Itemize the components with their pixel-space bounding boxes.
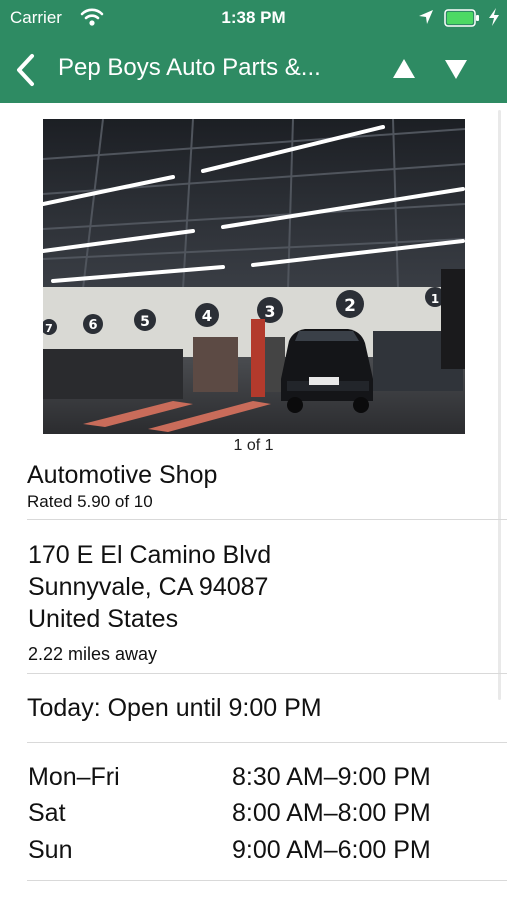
hours-day-label: Sun <box>28 836 73 864</box>
bay-number-1: 1 <box>431 292 439 306</box>
today-hours: Today: Open until 9:00 PM <box>27 694 322 722</box>
bay-number-5: 5 <box>140 314 150 330</box>
bay-number-6: 6 <box>88 318 97 333</box>
place-category: Automotive Shop <box>27 461 218 489</box>
scroll-indicator <box>498 110 501 700</box>
app-header: Carrier 1:38 PM Pep Boys Auto Parts &... <box>0 0 507 103</box>
photo-page-indicator: 1 of 1 <box>233 437 274 454</box>
hours-time-label: 8:00 AM–8:00 PM <box>232 799 431 827</box>
address-line-2[interactable]: Sunnyvale, CA 94087 <box>28 573 268 602</box>
back-chevron-icon[interactable] <box>12 53 40 87</box>
status-bar: Carrier 1:38 PM <box>0 0 507 36</box>
location-arrow-icon <box>419 10 433 24</box>
distance-label: 2.22 miles away <box>28 644 158 664</box>
next-result-arrow-icon[interactable] <box>443 56 469 82</box>
hours-day-label: Sat <box>28 799 66 827</box>
bay-number-4: 4 <box>202 307 212 325</box>
bay-number-2: 2 <box>344 296 356 316</box>
divider <box>27 519 507 520</box>
bay-number-7: 7 <box>45 322 53 335</box>
charging-bolt-icon <box>489 8 499 26</box>
hours-day-label: Mon–Fri <box>28 763 120 791</box>
place-rating: Rated 5.90 of 10 <box>27 492 153 511</box>
place-photo[interactable]: 7 6 5 4 3 2 1 <box>43 119 465 434</box>
page-title: Pep Boys Auto Parts &... <box>58 54 321 81</box>
divider <box>27 880 507 881</box>
hours-time-label: 8:30 AM–9:00 PM <box>232 763 431 791</box>
hours-time-label: 9:00 AM–6:00 PM <box>232 836 431 864</box>
navigation-bar: Pep Boys Auto Parts &... <box>0 36 507 103</box>
address-line-3[interactable]: United States <box>28 605 178 634</box>
bay-number-3: 3 <box>264 302 275 321</box>
address-line-1[interactable]: 170 E El Camino Blvd <box>28 541 271 570</box>
divider <box>27 673 507 674</box>
garage-interior-image: 7 6 5 4 3 2 1 <box>43 119 465 434</box>
previous-result-arrow-icon[interactable] <box>391 56 417 82</box>
battery-icon <box>444 9 479 27</box>
divider <box>27 742 507 743</box>
